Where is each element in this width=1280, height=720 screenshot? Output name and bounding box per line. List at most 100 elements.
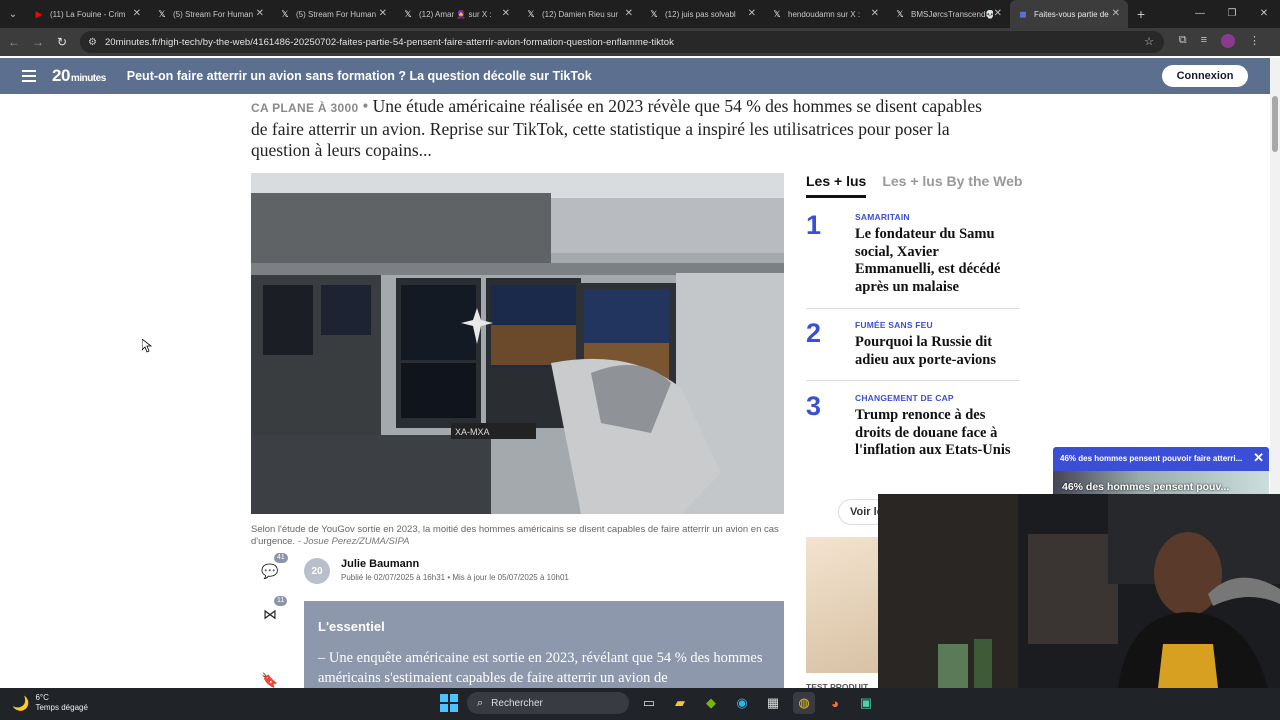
browser-tab[interactable]: 𝕏hendoudamn sur X : ✕ [764, 0, 887, 28]
photo-caption: Selon l'étude de YouGov sortie en 2023, … [251, 524, 784, 548]
close-tab-icon[interactable]: ✕ [625, 8, 633, 19]
tab-title: BMSJørcsTranscend💀 [911, 9, 993, 19]
site-header: 20 minutes Peut-on faire atterrir un avi… [0, 58, 1270, 94]
20minutes-icon: ◼ [1019, 8, 1027, 19]
tab-search-menu-icon[interactable]: ⌄ [0, 0, 26, 28]
most-read-tabs: Les + lus Les + lus By the Web [806, 173, 1022, 198]
browser-tab[interactable]: 𝕏 (12) juis pas solvabl ✕ [641, 0, 764, 28]
profile-avatar[interactable] [1221, 34, 1235, 48]
toolbar-actions: ⧉ ≡ ⋮ [1179, 34, 1260, 48]
nvidia-icon[interactable]: ◆ [700, 692, 722, 714]
browser-tab[interactable]: ◼ Faites-vous partie de ✕ [1010, 0, 1128, 28]
svg-text:XA-MXA: XA-MXA [455, 427, 490, 437]
item-title[interactable]: Le fondateur du Samu social, Xavier Emma… [855, 226, 1019, 296]
close-tab-icon[interactable]: ✕ [502, 8, 510, 19]
extensions-icon[interactable]: ⧉ [1179, 34, 1187, 48]
x-icon: 𝕏 [650, 8, 658, 19]
logo-number: 20 [52, 66, 70, 85]
new-tab-button[interactable]: + [1128, 6, 1154, 22]
store-icon[interactable]: ▦ [762, 692, 784, 714]
firefox-icon[interactable]: ◕ [824, 692, 846, 714]
item-tag: CHANGEMENT DE CAP [855, 393, 954, 403]
browser-tab[interactable]: 𝕏 (5) Stream For Human ✕ [272, 0, 395, 28]
rank-number: 2 [806, 318, 822, 348]
rank-number: 1 [806, 210, 822, 240]
webcam-feed [878, 494, 1280, 688]
forward-icon[interactable]: → [26, 35, 50, 49]
browser-tab[interactable]: 𝕏 BMSJørcsTranscend💀 ✕ [887, 0, 1010, 28]
tab-title: (5) Stream For Human [173, 9, 254, 19]
article-photo: XA-MXA [251, 173, 784, 514]
logo-word: minutes [70, 73, 106, 84]
lead-text: Une étude américaine réalisée en 2023 ré… [251, 96, 982, 160]
browser-tab[interactable]: 𝕏 (12) Damien Rieu sur ✕ [518, 0, 641, 28]
header-article-title: Peut-on faire atterrir un avion sans for… [126, 69, 592, 83]
tab-title: (5) Stream For Human [296, 9, 377, 19]
task-view-icon[interactable]: ▭ [638, 692, 660, 714]
scrollbar-thumb[interactable] [1272, 96, 1278, 152]
moon-icon: 🌙 [12, 694, 30, 711]
video-popup[interactable]: 46% des hommes pensent pouvoir faire att… [1053, 447, 1269, 495]
tab-title: hendoudamn sur X : [788, 9, 861, 19]
menu-icon[interactable] [22, 70, 36, 82]
browser-tab[interactable]: 𝕏 (5) Stream For Human ✕ [149, 0, 272, 28]
site-info-icon[interactable]: ⚙ [88, 37, 97, 48]
comments-button[interactable]: 💬 41 [257, 553, 288, 584]
edge-icon[interactable]: ◉ [731, 692, 753, 714]
windows-start-icon[interactable] [440, 694, 458, 712]
tab-most-read[interactable]: Les + lus [806, 173, 867, 198]
weather-widget[interactable]: 🌙 6°C Temps dégagé [12, 693, 88, 713]
close-window-icon[interactable]: ✕ [1248, 0, 1280, 28]
key-points-box: L'essentiel – Une enquête américaine est… [304, 601, 784, 691]
login-button[interactable]: Connexion [1162, 65, 1248, 87]
close-tab-icon[interactable]: ✕ [871, 8, 879, 19]
share-button[interactable]: ⋈ 11 [257, 596, 288, 627]
photo-credit: - Josue Perez/ZUMA/SIPA [297, 536, 410, 547]
comment-icon: 💬 [261, 562, 279, 579]
site-logo[interactable]: 20 minutes [52, 66, 106, 86]
media-control-icon[interactable]: ≡ [1201, 34, 1207, 48]
chrome-icon[interactable]: ◍ [793, 692, 815, 714]
taskbar-search[interactable]: ⌕ Rechercher [467, 692, 629, 714]
promo-image[interactable] [806, 537, 880, 673]
reload-icon[interactable]: ↻ [50, 35, 74, 49]
close-tab-icon[interactable]: ✕ [1112, 8, 1120, 19]
tab-title: Faites-vous partie de [1034, 9, 1109, 19]
cockpit-illustration: XA-MXA [251, 173, 784, 514]
divider [806, 308, 1019, 309]
restore-icon[interactable]: ❐ [1216, 0, 1248, 28]
search-icon: ⌕ [477, 696, 484, 709]
item-title[interactable]: Trump renonce à des droits de douane fac… [855, 407, 1019, 460]
close-tab-icon[interactable]: ✕ [256, 8, 264, 19]
bookmark-icon: 🔖 [261, 671, 279, 688]
browser-tab[interactable]: ▶ (11) La Fouine - Crim ✕ [26, 0, 149, 28]
tab-most-read-by-the-web[interactable]: Les + lus By the Web [882, 173, 1022, 198]
close-tab-icon[interactable]: ✕ [379, 8, 387, 19]
address-bar[interactable]: ⚙ 20minutes.fr/high-tech/by-the-web/4161… [80, 31, 1164, 53]
browser-tab-strip: ⌄ ▶ (11) La Fouine - Crim ✕ 𝕏 (5) Stream For… [0, 0, 1280, 28]
bookmark-star-icon[interactable]: ☆ [1144, 35, 1154, 48]
tab-title: (12) Amar 🧕 sur X : [419, 9, 492, 19]
x-icon: 𝕏 [896, 8, 904, 19]
close-tab-icon[interactable]: ✕ [133, 8, 141, 19]
shares-count: 11 [274, 596, 288, 606]
app-icon[interactable]: ▣ [855, 692, 877, 714]
browser-tab[interactable]: 𝕏 (12) Amar 🧕 sur X : ✕ [395, 0, 518, 28]
taskbar-apps: ⌕ Rechercher ▭ ▰ ◆ ◉ ▦ ◍ ◕ ▣ [440, 692, 877, 714]
back-icon[interactable]: ← [2, 35, 26, 49]
close-tab-icon[interactable]: ✕ [748, 8, 756, 19]
item-title[interactable]: Pourquoi la Russie dit adieu aux porte-a… [855, 334, 1019, 369]
tab-title: (11) La Fouine - Crim [50, 9, 126, 19]
author-name[interactable]: Julie Baumann [341, 558, 419, 570]
x-icon: 𝕏 [404, 8, 412, 19]
tab-list: ▶ (11) La Fouine - Crim ✕ 𝕏 (5) Stream For H… [26, 0, 1128, 28]
window-controls: — ❐ ✕ [1184, 0, 1280, 28]
close-tab-icon[interactable]: ✕ [994, 8, 1002, 19]
webcam-overlay [878, 494, 1280, 688]
close-video-icon[interactable]: ✕ [1253, 450, 1264, 466]
tab-title: (12) juis pas solvabl [665, 9, 736, 19]
minimize-icon[interactable]: — [1184, 0, 1216, 28]
browser-menu-icon[interactable]: ⋮ [1249, 34, 1260, 48]
file-explorer-icon[interactable]: ▰ [669, 692, 691, 714]
windows-taskbar: 🌙 6°C Temps dégagé ⌕ Rechercher ▭ ▰ ◆ ◉ … [0, 688, 1280, 720]
